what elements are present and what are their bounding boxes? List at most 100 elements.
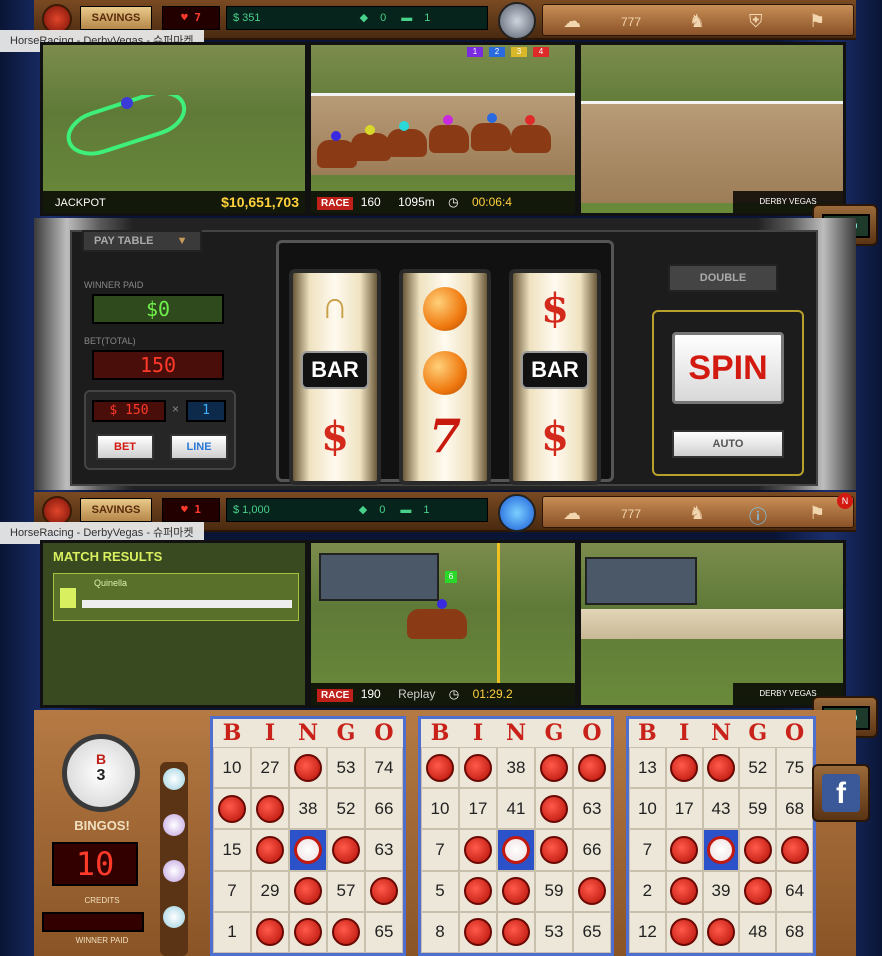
spin-button[interactable]: SPIN [672,332,784,404]
daubed-cell[interactable] [702,911,740,953]
daubed-cell[interactable] [665,747,703,789]
slot-game-icon[interactable]: 777 [621,507,641,521]
free-space[interactable] [702,829,740,871]
shield-game-icon[interactable]: ⛨ [749,11,763,32]
bingo-cell[interactable]: 7 [213,870,251,912]
bingo-cell[interactable]: 17 [665,788,703,830]
bingo-cell[interactable]: 64 [776,870,813,912]
bet-button[interactable]: BET [96,434,154,460]
bingo-cell[interactable]: 10 [213,747,251,789]
daubed-cell[interactable] [289,911,327,953]
daubed-cell[interactable] [535,788,573,830]
globe-button[interactable] [498,494,536,532]
bingo-cell[interactable]: 7 [629,829,666,871]
bingo-cell[interactable]: 53 [535,911,573,953]
daubed-cell[interactable] [459,911,497,953]
bingo-cell[interactable]: 1 [213,911,251,953]
bingo-cell[interactable]: 29 [251,870,289,912]
race-timer: 01:29.2 [472,687,513,701]
auto-button[interactable]: AUTO [672,430,784,458]
daubed-cell[interactable] [213,788,251,830]
bingo-cell[interactable]: 48 [739,911,777,953]
daubed-cell[interactable] [739,870,777,912]
bingo-cell[interactable]: 57 [327,870,365,912]
daubed-cell[interactable] [459,870,497,912]
bingo-cell[interactable]: 66 [365,788,403,830]
daubed-cell[interactable] [665,870,703,912]
daubed-cell[interactable] [459,747,497,789]
daubed-cell[interactable] [251,829,289,871]
free-space[interactable] [289,829,327,871]
daubed-cell[interactable] [573,747,611,789]
bingo-cell[interactable]: 5 [421,870,459,912]
bingo-cell[interactable]: 68 [776,788,813,830]
bingo-cell[interactable]: 12 [629,911,666,953]
bingo-cell[interactable]: 27 [251,747,289,789]
savings-button[interactable]: SAVINGS [80,498,152,522]
paytable-tab[interactable]: PAY TABLE ▼ [82,230,202,252]
bingo-cell[interactable]: 38 [289,788,327,830]
bingo-cell[interactable]: 65 [365,911,403,953]
daubed-cell[interactable] [327,829,365,871]
bingo-cell[interactable]: 52 [327,788,365,830]
bingo-cell[interactable]: 15 [213,829,251,871]
daubed-cell[interactable] [535,829,573,871]
bingo-cell[interactable]: 39 [702,870,740,912]
daubed-cell[interactable] [421,747,459,789]
bingo-cell[interactable]: 68 [776,911,813,953]
daubed-cell[interactable] [327,911,365,953]
menu-game-icon[interactable]: ⚑ [809,11,825,32]
bingo-cell[interactable]: 52 [739,747,777,789]
daubed-cell[interactable] [289,870,327,912]
daubed-cell[interactable] [739,829,777,871]
daubed-cell[interactable] [665,829,703,871]
bingo-cell[interactable]: 66 [573,829,611,871]
daubed-cell[interactable] [702,747,740,789]
horseshoe-game-icon[interactable]: ☁ [563,11,581,32]
bingo-cell[interactable]: 63 [365,829,403,871]
bingo-cell[interactable]: 10 [629,788,666,830]
globe-button[interactable] [498,2,536,40]
facebook-button[interactable]: f [812,764,870,822]
bingo-cell[interactable]: 8 [421,911,459,953]
daubed-cell[interactable] [365,870,403,912]
bingo-cell[interactable]: 65 [573,911,611,953]
bingo-cell[interactable]: 2 [629,870,666,912]
bingo-cell[interactable]: 59 [535,870,573,912]
horseshoe-game-icon[interactable]: ☁ [563,503,581,524]
bingo-cell[interactable]: 10 [421,788,459,830]
daubed-cell[interactable] [776,829,813,871]
bingo-cell[interactable]: 43 [702,788,740,830]
bingo-cell[interactable]: 74 [365,747,403,789]
bingo-cell[interactable]: 13 [629,747,666,789]
info-game-icon[interactable]: ⓘ [749,503,767,529]
daubed-cell[interactable] [251,911,289,953]
daubed-cell[interactable] [251,788,289,830]
daubed-cell[interactable] [459,829,497,871]
horse [351,133,391,161]
bingo-cell[interactable]: 63 [573,788,611,830]
free-space[interactable] [497,829,535,871]
bingo-cell[interactable]: 59 [739,788,777,830]
daubed-cell[interactable] [497,911,535,953]
line-button[interactable]: LINE [170,434,228,460]
bingo-cell[interactable]: 53 [327,747,365,789]
horse-game-icon[interactable]: ♞ [689,11,705,32]
bingo-cell[interactable]: 41 [497,788,535,830]
daubed-cell[interactable] [573,870,611,912]
daubed-cell[interactable] [535,747,573,789]
bingo-cell[interactable]: 75 [776,747,813,789]
bingo-cell[interactable]: 38 [497,747,535,789]
horse-game-icon[interactable]: ♞ [689,503,705,524]
double-button[interactable]: DOUBLE [668,264,778,292]
daubed-cell[interactable] [497,870,535,912]
menu-game-icon[interactable]: ⚑ [809,503,825,524]
daubed-cell[interactable] [289,747,327,789]
slot-game-icon[interactable]: 777 [621,15,641,29]
savings-button[interactable]: SAVINGS [80,6,152,30]
bingo-cell[interactable]: 17 [459,788,497,830]
called-ball [163,768,185,790]
paytable-label: PAY TABLE [94,235,154,247]
daubed-cell[interactable] [665,911,703,953]
bingo-cell[interactable]: 7 [421,829,459,871]
